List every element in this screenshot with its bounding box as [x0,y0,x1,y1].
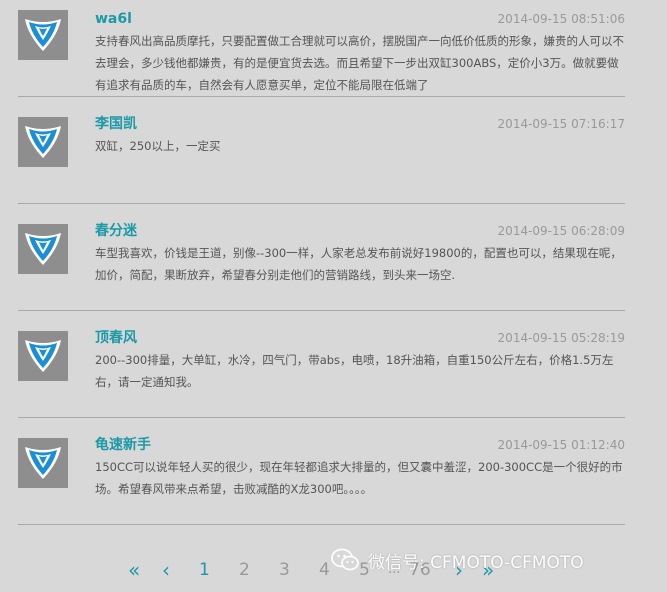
comment-date: 2014-09-15 05:28:19 [497,331,625,345]
avatar[interactable] [18,10,68,60]
comment-date: 2014-09-15 01:12:40 [497,438,625,452]
wechat-watermark: 微信号: CFMOTO-CFMOTO [330,544,584,576]
watermark-text: 微信号: CFMOTO-CFMOTO [368,552,584,573]
page-link-4[interactable]: 4 [319,556,330,584]
comment-text: 200--300排量，大单缸，水冷，四气门，带abs，电喷，18升油箱，自重15… [95,353,614,389]
first-page-button[interactable]: « [128,556,140,584]
page-link-3[interactable]: 3 [279,556,290,584]
comment-item: 龟速新手 2014-09-15 01:12:40 150CC可以说年轻人买的很少… [18,436,625,525]
comment-text: 车型我喜欢，价钱是王道，别像--300一样，人家老总发布前说好19800的，配置… [95,246,622,282]
comment-text: 150CC可以说年轻人买的很少，现在年轻都追求大排量的，但又囊中羞涩，200-3… [95,460,623,496]
comment-item: 春分迷 2014-09-15 06:28:09 车型我喜欢，价钱是王道，别像--… [18,222,625,311]
comment-date: 2014-09-15 08:51:06 [497,12,625,26]
cfmoto-logo-icon [25,126,61,158]
comment-item: 李国凯 2014-09-15 07:16:17 双缸，250以上，一定买 [18,115,625,204]
avatar[interactable] [18,331,68,381]
comment-author[interactable]: wa6l [95,10,132,28]
comment-item: 顶春风 2014-09-15 05:28:19 200--300排量，大单缸，水… [18,329,625,418]
cfmoto-logo-icon [25,19,61,51]
comment-text: 支持春风出高品质摩托，只要配置做工合理就可以高价，摆脱国产一向低价低质的形象，嫌… [95,34,624,92]
comment-date: 2014-09-15 06:28:09 [497,224,625,238]
cfmoto-logo-icon [25,340,61,372]
cfmoto-logo-icon [25,233,61,265]
comment-author[interactable]: 春分迷 [95,222,137,240]
avatar[interactable] [18,438,68,488]
comment-date: 2014-09-15 07:16:17 [497,117,625,131]
comment-text: 双缸，250以上，一定买 [95,139,221,153]
comment-author[interactable]: 李国凯 [95,115,137,133]
page-link-1[interactable]: 1 [199,556,210,584]
comment-item: wa6l 2014-09-15 08:51:06 支持春风出高品质摩托，只要配置… [18,10,625,97]
prev-page-button[interactable]: ‹ [162,556,170,584]
page-link-2[interactable]: 2 [239,556,250,584]
comment-author[interactable]: 龟速新手 [95,436,151,454]
avatar[interactable] [18,224,68,274]
cfmoto-logo-icon [25,447,61,479]
comment-author[interactable]: 顶春风 [95,329,137,347]
avatar[interactable] [18,117,68,167]
wechat-icon [331,548,359,571]
